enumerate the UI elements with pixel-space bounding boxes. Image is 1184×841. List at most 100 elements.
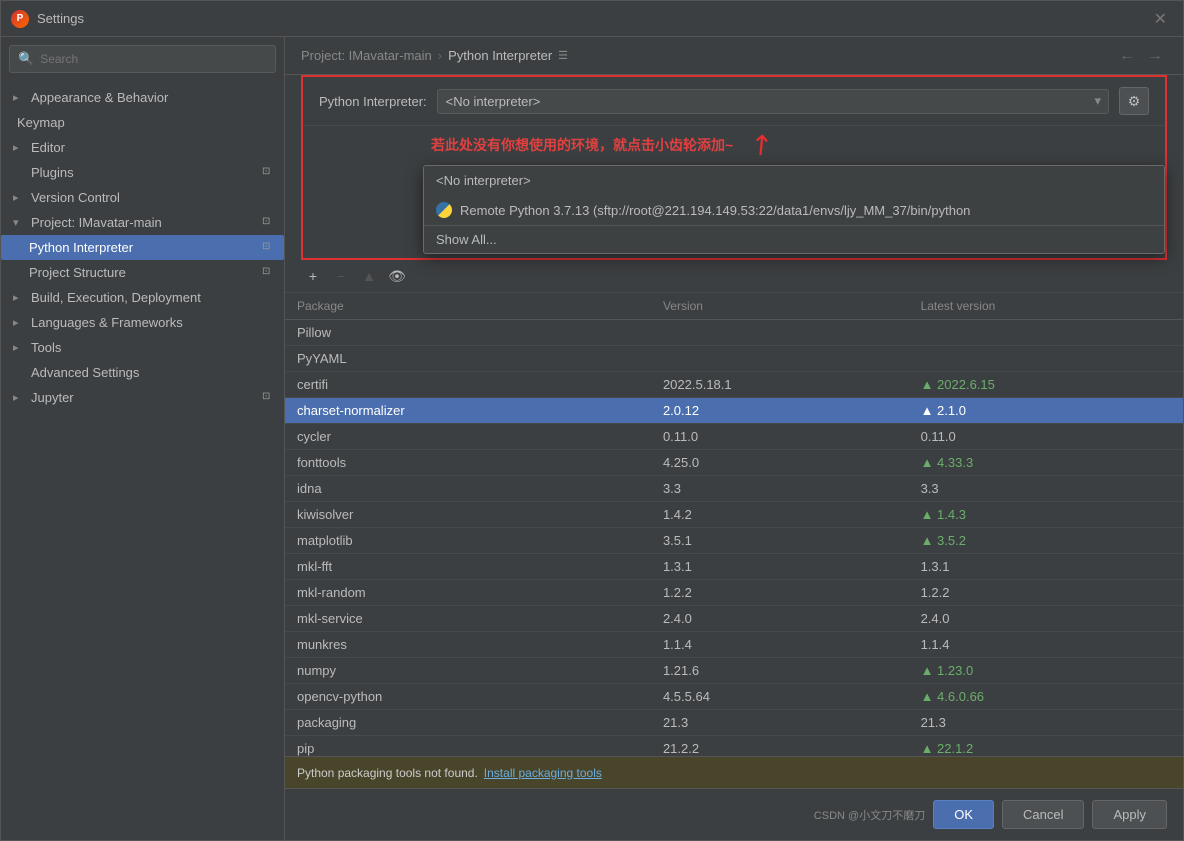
dropdown-item-no-interpreter[interactable]: <No interpreter> (424, 166, 1164, 195)
sidebar-item-project-structure[interactable]: Project Structure ⊡ (1, 260, 284, 285)
dropdown-item-remote[interactable]: Remote Python 3.7.13 (sftp://root@221.19… (424, 195, 1164, 225)
table-row[interactable]: fonttools4.25.0▲ 4.33.3 (285, 450, 1183, 476)
search-box[interactable]: 🔍 (9, 45, 276, 73)
remove-package-button[interactable]: − (329, 264, 353, 288)
panel: Python Interpreter: <No interpreter> ▾ ⚙… (285, 75, 1183, 788)
sidebar-item-python-interpreter[interactable]: Python Interpreter ⊡ (1, 235, 284, 260)
cell-latest-version: ▲ 1.23.0 (909, 658, 1183, 684)
sidebar-item-appearance[interactable]: ▸ Appearance & Behavior (1, 85, 284, 110)
table-row[interactable]: matplotlib3.5.1▲ 3.5.2 (285, 528, 1183, 554)
cell-version: 2.0.12 (651, 398, 909, 424)
cell-package-name: charset-normalizer (285, 398, 651, 424)
cell-package-name: mkl-fft (285, 554, 651, 580)
breadcrumb-current: Python Interpreter (448, 48, 552, 63)
sidebar-item-keymap[interactable]: Keymap (1, 110, 284, 135)
cell-latest-version: 1.2.2 (909, 580, 1183, 606)
content-area: 🔍 ▸ Appearance & Behavior Keymap ▸ Edito… (1, 37, 1183, 840)
sidebar-item-jupyter[interactable]: ▸ Jupyter ⊡ (1, 385, 284, 410)
main-content: Project: IMavatar-main › Python Interpre… (285, 37, 1183, 840)
sidebar-item-languages[interactable]: ▸ Languages & Frameworks (1, 310, 284, 335)
table-row[interactable]: mkl-random1.2.21.2.2 (285, 580, 1183, 606)
nav-back-button[interactable]: ← (1115, 45, 1139, 67)
cell-package-name: pip (285, 736, 651, 757)
cell-latest-version: ▲ 4.33.3 (909, 450, 1183, 476)
structure-icon: ⊡ (262, 266, 276, 280)
cell-latest-version: 3.3 (909, 476, 1183, 502)
cell-latest-version: ▲ 22.1.2 (909, 736, 1183, 757)
sidebar-label-vcs: Version Control (31, 190, 276, 205)
cell-latest-version: 1.1.4 (909, 632, 1183, 658)
expand-icon-languages: ▸ (13, 316, 27, 329)
cell-version: 21.3 (651, 710, 909, 736)
table-row[interactable]: opencv-python4.5.5.64▲ 4.6.0.66 (285, 684, 1183, 710)
sidebar-label-advanced: Advanced Settings (31, 365, 276, 380)
interpreter-select-wrap: <No interpreter> ▾ (437, 89, 1109, 114)
cell-latest-version: ▲ 1.4.3 (909, 502, 1183, 528)
expand-icon-build: ▸ (13, 291, 27, 304)
packages-tbody: PillowPyYAMLcertifi2022.5.18.1▲ 2022.6.1… (285, 320, 1183, 757)
close-button[interactable]: ✕ (1148, 7, 1173, 31)
expand-icon-tools: ▸ (13, 341, 27, 354)
cell-package-name: idna (285, 476, 651, 502)
col-latest: Latest version (909, 293, 1183, 320)
search-input[interactable] (40, 52, 267, 66)
cell-latest-version: ▲ 2022.6.15 (909, 372, 1183, 398)
status-bar: Python packaging tools not found. Instal… (285, 756, 1183, 788)
sidebar-item-project[interactable]: ▾ Project: IMavatar-main ⊡ (1, 210, 284, 235)
table-row[interactable]: certifi2022.5.18.1▲ 2022.6.15 (285, 372, 1183, 398)
nav-forward-button[interactable]: → (1143, 45, 1167, 67)
ok-button[interactable]: OK (933, 800, 994, 829)
table-row[interactable]: munkres1.1.41.1.4 (285, 632, 1183, 658)
sidebar-label-tools: Tools (31, 340, 276, 355)
cell-latest-version (909, 346, 1183, 372)
sidebar-item-tools[interactable]: ▸ Tools (1, 335, 284, 360)
show-all-button[interactable]: Show All... (424, 225, 1164, 253)
interpreter-select-display[interactable]: <No interpreter> (437, 89, 1109, 114)
interpreter-row: Python Interpreter: <No interpreter> ▾ ⚙ (303, 77, 1165, 126)
table-row[interactable]: mkl-fft1.3.11.3.1 (285, 554, 1183, 580)
breadcrumb-nav: ← → (1115, 45, 1167, 67)
sidebar-item-editor[interactable]: ▸ Editor (1, 135, 284, 160)
gear-button[interactable]: ⚙ (1119, 87, 1149, 115)
up-package-button[interactable]: ▲ (357, 264, 381, 288)
eye-button[interactable]: 👁 (385, 264, 409, 288)
table-row[interactable]: PyYAML (285, 346, 1183, 372)
title-bar-left: P Settings (11, 10, 84, 28)
cancel-button[interactable]: Cancel (1002, 800, 1084, 829)
table-row[interactable]: numpy1.21.6▲ 1.23.0 (285, 658, 1183, 684)
no-interpreter-label: <No interpreter> (436, 173, 531, 188)
table-row[interactable]: Pillow (285, 320, 1183, 346)
breadcrumb-menu-icon[interactable]: ☰ (558, 49, 568, 62)
table-row[interactable]: idna3.33.3 (285, 476, 1183, 502)
sidebar-item-build[interactable]: ▸ Build, Execution, Deployment (1, 285, 284, 310)
sidebar-label-appearance: Appearance & Behavior (31, 90, 276, 105)
col-package: Package (285, 293, 651, 320)
table-row[interactable]: cycler0.11.00.11.0 (285, 424, 1183, 450)
table-row[interactable]: packaging21.321.3 (285, 710, 1183, 736)
cell-version (651, 346, 909, 372)
python-icon: ⊡ (262, 241, 276, 255)
table-row[interactable]: kiwisolver1.4.2▲ 1.4.3 (285, 502, 1183, 528)
breadcrumb-bar: Project: IMavatar-main › Python Interpre… (285, 37, 1183, 75)
table-row[interactable]: pip21.2.2▲ 22.1.2 (285, 736, 1183, 757)
cell-package-name: PyYAML (285, 346, 651, 372)
sidebar-item-advanced[interactable]: Advanced Settings (1, 360, 284, 385)
cell-package-name: matplotlib (285, 528, 651, 554)
add-package-button[interactable]: + (301, 264, 325, 288)
cell-package-name: munkres (285, 632, 651, 658)
sidebar-item-plugins[interactable]: Plugins ⊡ (1, 160, 284, 185)
breadcrumb-project: Project: IMavatar-main (301, 48, 432, 63)
sidebar-label-keymap: Keymap (17, 115, 276, 130)
cell-latest-version: ▲ 2.1.0 (909, 398, 1183, 424)
cell-version: 1.4.2 (651, 502, 909, 528)
install-link[interactable]: Install packaging tools (484, 766, 602, 780)
cell-latest-version: ▲ 4.6.0.66 (909, 684, 1183, 710)
apply-button[interactable]: Apply (1092, 800, 1167, 829)
status-text: Python packaging tools not found. (297, 766, 478, 780)
table-row[interactable]: mkl-service2.4.02.4.0 (285, 606, 1183, 632)
sidebar-label-plugins: Plugins (31, 165, 258, 180)
cell-package-name: mkl-random (285, 580, 651, 606)
sidebar-item-vcs[interactable]: ▸ Version Control (1, 185, 284, 210)
table-row[interactable]: charset-normalizer2.0.12▲ 2.1.0 (285, 398, 1183, 424)
cell-version: 4.25.0 (651, 450, 909, 476)
